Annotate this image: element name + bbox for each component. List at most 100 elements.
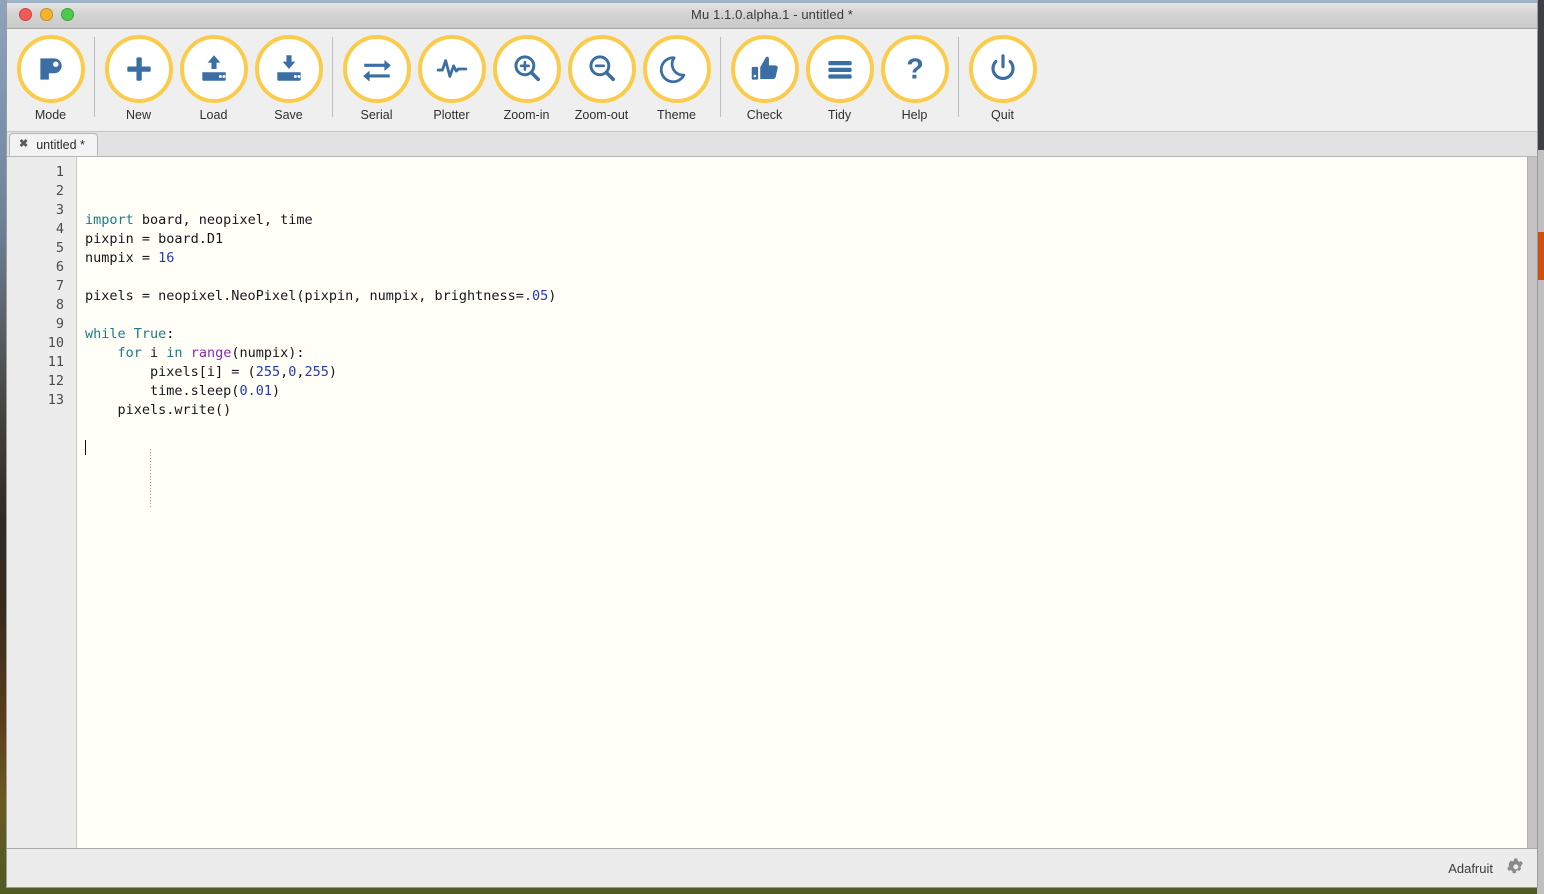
code-token: ) — [271, 383, 281, 399]
toolbar-button-tidy[interactable]: Tidy — [802, 35, 877, 122]
toolbar-button-theme[interactable]: Theme — [639, 35, 714, 122]
code-line: pixels = neopixel.NeoPixel(pixpin, numpi… — [85, 287, 1527, 306]
theme-moon-icon — [642, 35, 711, 103]
editor-area[interactable]: 1 2 3 4 5 6 7 8 9 10 11 12 13 import board, neopixel… — [7, 157, 1537, 849]
check-thumbs-up-icon — [730, 35, 799, 103]
editor-vertical-scrollbar[interactable] — [1527, 157, 1537, 848]
mode-icon — [16, 35, 85, 103]
code-token: pixpin = board.D1 — [85, 231, 224, 247]
toolbar-button-save[interactable]: Save — [251, 35, 326, 122]
code-token: pixels[i] = ( — [85, 364, 256, 380]
line-number: 12 — [47, 373, 64, 389]
toolbar-button-label: Tidy — [827, 108, 852, 122]
zoom-in-icon — [492, 35, 561, 103]
toolbar-button-plotter[interactable]: Plotter — [414, 35, 489, 122]
code-token: i — [141, 345, 167, 361]
tab-strip: ✖ untitled * — [7, 132, 1537, 157]
code-token: True — [133, 326, 167, 342]
plotter-icon — [417, 35, 486, 103]
zoom-out-icon — [567, 35, 636, 103]
code-token: (numpix): — [231, 345, 305, 361]
toolbar-button-new[interactable]: New — [101, 35, 176, 122]
code-line: import board, neopixel, time — [85, 211, 1527, 230]
tidy-lines-icon — [805, 35, 874, 103]
toolbar-button-help[interactable]: ? Help — [877, 35, 952, 122]
toolbar-button-serial[interactable]: Serial — [339, 35, 414, 122]
code-token: pixels.write() — [85, 402, 232, 418]
tab-label: untitled * — [36, 137, 85, 152]
code-token: board, neopixel, time — [133, 212, 313, 228]
toolbar-button-label: Load — [199, 108, 228, 122]
window-title: Mu 1.1.0.alpha.1 - untitled * — [691, 6, 853, 22]
toolbar-button-zoom-out[interactable]: Zoom-out — [564, 35, 639, 122]
code-token: time.sleep( — [85, 383, 240, 399]
code-token: pixels = neopixel.NeoPixel(pixpin, numpi… — [85, 288, 524, 304]
title-bar: Mu 1.1.0.alpha.1 - untitled * — [7, 0, 1537, 29]
background-app-orange-marker — [1537, 232, 1544, 280]
toolbar-separator — [958, 37, 959, 117]
toolbar-button-label: Plotter — [433, 108, 470, 122]
svg-text:?: ? — [906, 54, 924, 86]
line-number: 1 — [55, 164, 64, 180]
maximize-button[interactable] — [61, 7, 74, 21]
minimize-button[interactable] — [40, 7, 53, 21]
code-token: ) — [548, 288, 557, 304]
code-line: pixels.write() — [85, 401, 1527, 420]
help-question-icon: ? — [880, 35, 949, 103]
code-token: 16 — [158, 250, 175, 266]
toolbar-separator — [94, 37, 95, 117]
mu-editor-window: Mu 1.1.0.alpha.1 - untitled * Mode New Loa… — [6, 0, 1538, 888]
background-app-dark-top — [1537, 0, 1544, 150]
code-line — [85, 439, 1527, 458]
toolbar-button-load[interactable]: Load — [176, 35, 251, 122]
code-line: pixpin = board.D1 — [85, 230, 1527, 249]
code-token: : — [166, 326, 175, 342]
line-number: 3 — [55, 202, 64, 218]
line-number: 9 — [55, 316, 64, 332]
load-icon — [179, 35, 248, 103]
code-line: numpix = 16 — [85, 249, 1527, 268]
toolbar-button-label: Help — [901, 108, 928, 122]
line-number: 2 — [55, 183, 64, 199]
toolbar-button-label: New — [125, 108, 151, 122]
code-token: , — [280, 364, 289, 380]
code-line: time.sleep(0.01) — [85, 382, 1527, 401]
close-button[interactable] — [19, 7, 32, 21]
status-bar: Adafruit — [7, 849, 1537, 887]
toolbar-button-zoom-in[interactable]: Zoom-in — [489, 35, 564, 122]
code-token: 255 — [304, 364, 329, 380]
code-token: numpix = — [85, 250, 159, 266]
toolbar-button-label: Save — [274, 108, 303, 122]
code-token: import — [85, 212, 134, 228]
toolbar-button-quit[interactable]: Quit — [965, 35, 1040, 122]
line-number-gutter: 1 2 3 4 5 6 7 8 9 10 11 12 13 — [7, 157, 77, 848]
toolbar-button-check[interactable]: Check — [727, 35, 802, 122]
status-mode-label: Adafruit — [1448, 860, 1493, 876]
line-number: 7 — [55, 278, 64, 294]
main-toolbar: Mode New Load Save Serial Plotter Zoom-in Zoom-… — [7, 29, 1537, 132]
toolbar-button-label: Quit — [991, 108, 1014, 122]
line-number: 4 — [55, 221, 64, 237]
tab-untitled[interactable]: ✖ untitled * — [9, 133, 98, 156]
toolbar-button-label: Zoom-out — [574, 108, 629, 122]
toolbar-button-mode[interactable]: Mode — [13, 35, 88, 122]
code-token: , — [296, 364, 305, 380]
save-icon — [254, 35, 323, 103]
toolbar-separator — [720, 37, 721, 117]
gear-icon[interactable] — [1505, 856, 1525, 881]
code-token: ) — [328, 364, 338, 380]
code-token: 255 — [255, 364, 281, 380]
toolbar-button-label: Mode — [34, 108, 67, 122]
tab-close-icon[interactable]: ✖ — [19, 139, 28, 150]
window-controls — [19, 7, 74, 21]
code-token: range — [190, 345, 232, 361]
code-token: for — [117, 345, 142, 361]
code-text[interactable]: import board, neopixel, time pixpin = boa… — [77, 157, 1527, 848]
line-number: 10 — [47, 335, 64, 351]
code-line: while True: — [85, 325, 1527, 344]
